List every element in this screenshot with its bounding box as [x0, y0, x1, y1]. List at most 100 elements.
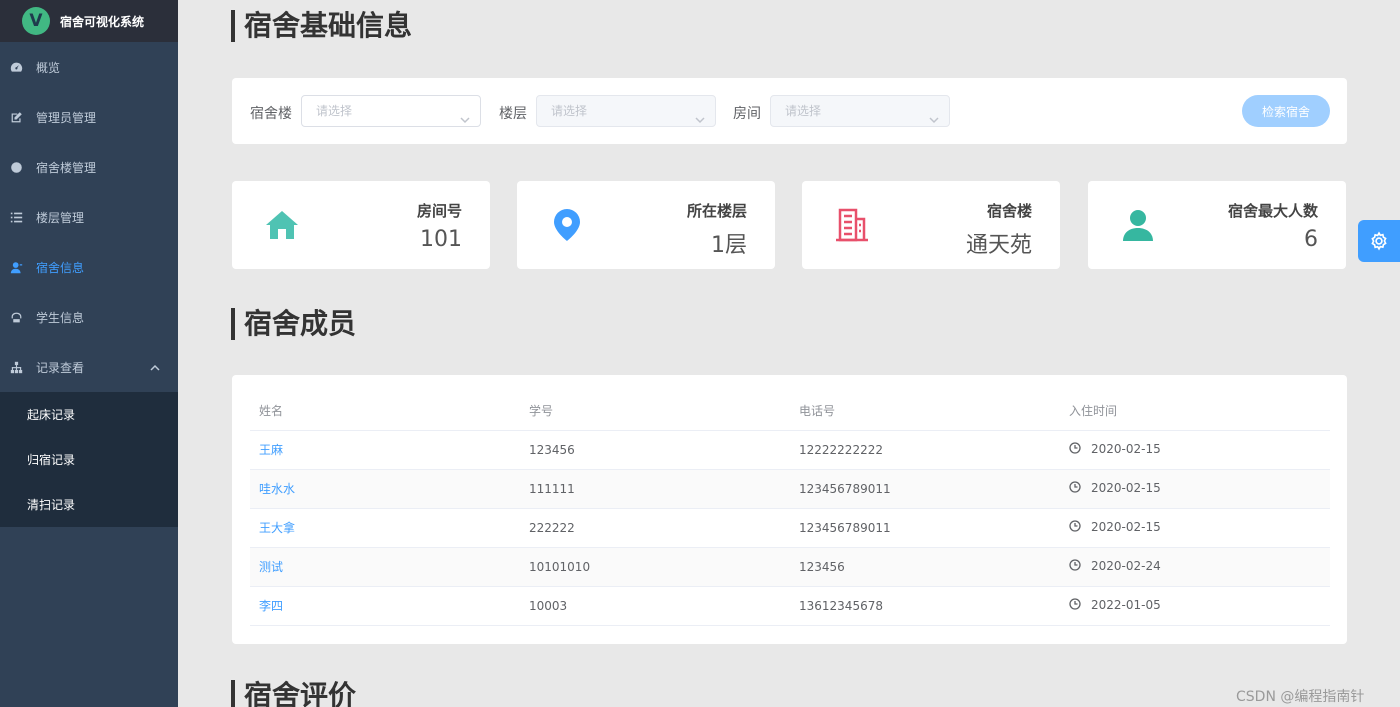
main-content: 宿舍基础信息 宿舍楼 请选择 楼层 请选择 房间 请选择 检索宿舍 房间号 10…: [178, 0, 1400, 707]
filter-card: 宿舍楼 请选择 楼层 请选择 房间 请选择 检索宿舍: [232, 78, 1347, 144]
clock-icon: [1069, 598, 1081, 613]
sidebar-item-student[interactable]: 学生信息: [0, 292, 178, 342]
student-icon: [9, 310, 23, 324]
chevron-up-icon: [150, 362, 160, 376]
clock-icon: [1069, 559, 1081, 574]
room-label: 房间: [733, 106, 761, 122]
members-table: 姓名 学号 电话号 入住时间 王麻 123456 12222222222 202…: [250, 392, 1330, 626]
sidebar-item-records[interactable]: 记录查看: [0, 342, 178, 392]
date-text: 2020-02-15: [1091, 442, 1161, 456]
column-header-date[interactable]: 入住时间: [1060, 392, 1330, 431]
cell-name[interactable]: 王大拿: [250, 508, 520, 548]
stat-label: 宿舍楼: [986, 202, 1032, 220]
building-select[interactable]: 请选择: [301, 95, 481, 127]
app-title: 宿舍可视化系统: [60, 14, 145, 29]
section-title-review: 宿舍评价: [231, 680, 356, 707]
cell-date: 2020-02-15: [1060, 430, 1330, 470]
column-header-id[interactable]: 学号: [520, 392, 790, 431]
cell-name[interactable]: 李四: [250, 586, 520, 626]
column-header-name[interactable]: 姓名: [250, 392, 520, 431]
stat-card-capacity: 宿舍最大人数 6: [1088, 181, 1346, 269]
submenu-item-return[interactable]: 归宿记录: [0, 437, 178, 482]
gear-icon: [1369, 231, 1389, 251]
stat-card-room: 房间号 101: [232, 181, 490, 269]
sidebar-item-label: 记录查看: [36, 360, 85, 375]
cell-id: 10003: [520, 586, 790, 626]
column-header-phone[interactable]: 电话号: [790, 392, 1060, 431]
stat-label: 所在楼层: [686, 202, 747, 220]
user-icon: [9, 260, 23, 274]
cell-phone: 13612345678: [790, 586, 1060, 626]
stat-value: 101: [420, 227, 462, 252]
cell-phone: 123456789011: [790, 469, 1060, 509]
room-select[interactable]: 请选择: [770, 95, 950, 127]
table-row[interactable]: 哇水水 111111 123456789011 2020-02-15: [250, 469, 1330, 509]
sidebar-item-dorm-info[interactable]: 宿舍信息: [0, 242, 178, 292]
person-icon: [1118, 205, 1158, 245]
watermark: CSDN @编程指南针: [1236, 689, 1365, 705]
settings-button[interactable]: [1358, 220, 1400, 262]
table-row[interactable]: 王麻 123456 12222222222 2020-02-15: [250, 430, 1330, 470]
date-text: 2020-02-15: [1091, 481, 1161, 495]
sidebar: V 宿舍可视化系统 概览 管理员管理 宿舍楼管理 楼层管理 宿舍信息 学生信息 …: [0, 0, 178, 707]
table-header-row: 姓名 学号 电话号 入住时间: [250, 392, 1330, 431]
cell-id: 222222: [520, 508, 790, 548]
members-table-card: 姓名 学号 电话号 入住时间 王麻 123456 12222222222 202…: [232, 375, 1347, 644]
sidebar-item-label: 宿舍楼管理: [36, 160, 97, 175]
cell-name[interactable]: 王麻: [250, 430, 520, 470]
dashboard-icon: [9, 60, 23, 74]
section-title-basic-info: 宿舍基础信息: [231, 10, 412, 42]
sidebar-item-overview[interactable]: 概览: [0, 42, 178, 92]
select-placeholder: 请选择: [551, 104, 588, 118]
cell-name[interactable]: 哇水水: [250, 469, 520, 509]
building-label: 宿舍楼: [250, 106, 292, 122]
submenu-item-wakeup[interactable]: 起床记录: [0, 392, 178, 437]
date-text: 2020-02-24: [1091, 559, 1161, 573]
stat-card-building: 宿舍楼 通天苑: [802, 181, 1060, 269]
edit-icon: [9, 110, 23, 124]
date-text: 2020-02-15: [1091, 520, 1161, 534]
table-row[interactable]: 李四 10003 13612345678 2022-01-05: [250, 586, 1330, 626]
home-icon: [262, 205, 302, 245]
location-pin-icon: [547, 205, 587, 245]
sidebar-item-floor[interactable]: 楼层管理: [0, 192, 178, 242]
clock-icon: [1069, 520, 1081, 535]
table-row[interactable]: 测试 10101010 123456 2020-02-24: [250, 547, 1330, 587]
cell-phone: 12222222222: [790, 430, 1060, 470]
sidebar-item-building[interactable]: 宿舍楼管理: [0, 142, 178, 192]
stat-value: 通天苑: [965, 233, 1032, 258]
cell-date: 2020-02-24: [1060, 547, 1330, 587]
chevron-down-icon: [695, 106, 705, 136]
cell-id: 10101010: [520, 547, 790, 587]
cell-date: 2020-02-15: [1060, 469, 1330, 509]
search-dorm-button[interactable]: 检索宿舍: [1242, 95, 1330, 127]
sidebar-item-label: 概览: [36, 60, 61, 75]
floor-label: 楼层: [499, 106, 527, 122]
select-placeholder: 请选择: [316, 104, 353, 118]
cell-phone: 123456: [790, 547, 1060, 587]
cell-id: 111111: [520, 469, 790, 509]
sidebar-item-admin[interactable]: 管理员管理: [0, 92, 178, 142]
sitemap-icon: [9, 360, 23, 374]
sidebar-item-label: 管理员管理: [36, 110, 97, 125]
stat-value: 6: [1304, 227, 1318, 252]
date-text: 2022-01-05: [1091, 598, 1161, 612]
building-icon: [832, 205, 872, 245]
table-row[interactable]: 王大拿 222222 123456789011 2020-02-15: [250, 508, 1330, 548]
floor-select[interactable]: 请选择: [536, 95, 716, 127]
submenu-item-cleaning[interactable]: 清扫记录: [0, 482, 178, 527]
vue-logo-icon: V: [22, 7, 50, 35]
cell-date: 2022-01-05: [1060, 586, 1330, 626]
globe-icon: [9, 160, 23, 174]
stat-label: 房间号: [416, 202, 462, 220]
cell-name[interactable]: 测试: [250, 547, 520, 587]
list-icon: [9, 210, 23, 224]
clock-icon: [1069, 481, 1081, 496]
cell-date: 2020-02-15: [1060, 508, 1330, 548]
clock-icon: [1069, 442, 1081, 457]
stat-value: 1层: [711, 233, 747, 258]
submenu-records: 起床记录 归宿记录 清扫记录: [0, 392, 178, 527]
app-logo[interactable]: V 宿舍可视化系统: [0, 0, 178, 42]
section-title-members: 宿舍成员: [231, 308, 356, 340]
stat-label: 宿舍最大人数: [1227, 202, 1318, 220]
